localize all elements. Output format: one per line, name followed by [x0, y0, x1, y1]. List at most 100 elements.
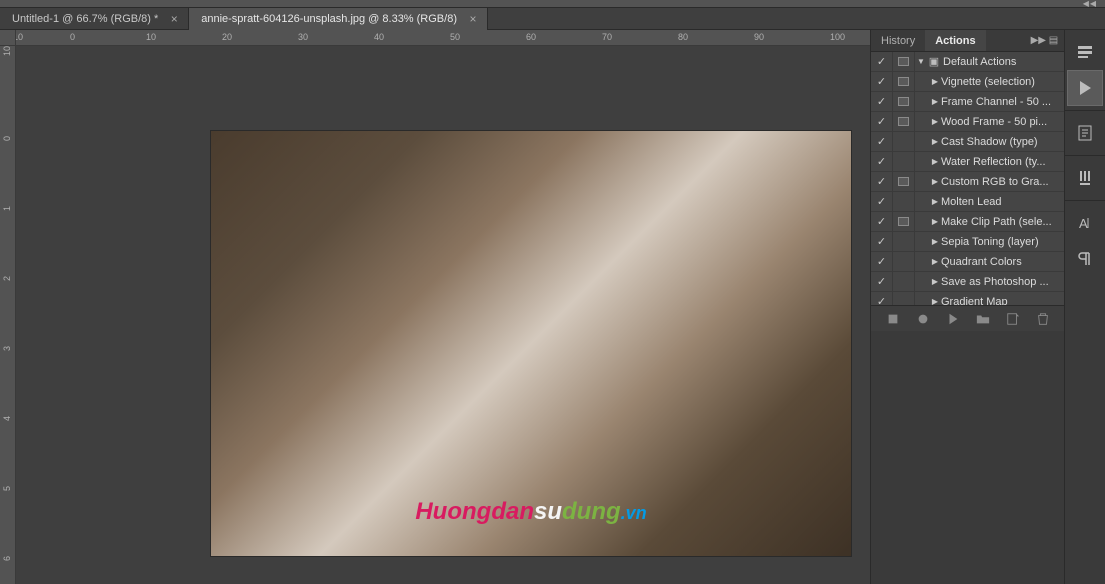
action-body: ▶Gradient Map	[915, 296, 1064, 306]
document-image[interactable]: Huongdansudung.vn	[211, 131, 851, 556]
toggle-check[interactable]: ✓	[871, 52, 893, 71]
paragraph-icon[interactable]	[1067, 241, 1103, 277]
twisty-right-icon[interactable]: ▶	[929, 197, 941, 206]
document-tab[interactable]: annie-spratt-604126-unsplash.jpg @ 8.33%…	[189, 8, 488, 30]
toggle-check[interactable]: ✓	[871, 192, 893, 211]
close-icon[interactable]: ×	[168, 13, 180, 25]
action-label: Cast Shadow (type)	[941, 136, 1060, 148]
new-action-button[interactable]	[1005, 311, 1021, 327]
dialog-icon	[898, 117, 909, 126]
ruler-origin[interactable]	[0, 30, 16, 46]
actions-list[interactable]: ✓ ▼ ▣ Default Actions ✓▶Vignette (select…	[871, 52, 1064, 305]
brushes-icon[interactable]	[1067, 160, 1103, 196]
twisty-down-icon[interactable]: ▼	[915, 57, 927, 66]
toggle-check[interactable]: ✓	[871, 212, 893, 231]
twisty-right-icon[interactable]: ▶	[929, 237, 941, 246]
properties-icon[interactable]	[1067, 34, 1103, 70]
record-button[interactable]	[915, 311, 931, 327]
action-row[interactable]: ✓ ▶Gradient Map	[871, 292, 1064, 305]
action-row[interactable]: ✓▶Quadrant Colors	[871, 252, 1064, 272]
toggle-check[interactable]: ✓	[871, 232, 893, 251]
action-row[interactable]: ✓▶Custom RGB to Gra...	[871, 172, 1064, 192]
twisty-right-icon[interactable]: ▶	[929, 277, 941, 286]
action-set-row[interactable]: ✓ ▼ ▣ Default Actions	[871, 52, 1064, 72]
toggle-check[interactable]: ✓	[871, 72, 893, 91]
canvas[interactable]: Huongdansudung.vn	[16, 46, 870, 584]
action-row[interactable]: ✓▶Vignette (selection)	[871, 72, 1064, 92]
action-row[interactable]: ✓ ▶Wood Frame - 50 pi...	[871, 112, 1064, 132]
twisty-right-icon[interactable]: ▶	[929, 117, 941, 126]
toggle-check[interactable]: ✓	[871, 112, 893, 131]
action-row[interactable]: ✓ ▶Cast Shadow (type)	[871, 132, 1064, 152]
toggle-dialog[interactable]	[893, 52, 915, 71]
toggle-check[interactable]: ✓	[871, 272, 893, 291]
ruler-tick: 80	[678, 32, 688, 42]
collapse-grip-icon[interactable]: ◀◀	[1083, 0, 1097, 8]
action-row[interactable]: ✓ ▶Sepia Toning (layer)	[871, 232, 1064, 252]
check-icon: ✓	[877, 95, 886, 108]
toggle-dialog[interactable]	[893, 132, 915, 151]
twisty-right-icon[interactable]: ▶	[929, 177, 941, 186]
dialog-icon	[898, 177, 909, 186]
action-body: ▶Water Reflection (ty...	[915, 156, 1064, 168]
close-icon[interactable]: ×	[467, 13, 479, 25]
toggle-check[interactable]: ✓	[871, 172, 893, 191]
panel-menu-icon[interactable]: ▶▶ ▤	[1025, 30, 1065, 51]
tab-actions[interactable]: Actions	[925, 30, 985, 51]
toggle-check[interactable]: ✓	[871, 152, 893, 171]
toggle-dialog[interactable]	[893, 192, 915, 211]
action-set-label: Default Actions	[943, 56, 1060, 68]
toggle-dialog[interactable]	[893, 292, 915, 305]
toggle-check[interactable]: ✓	[871, 252, 893, 271]
play-action-icon[interactable]	[1067, 70, 1103, 106]
toggle-dialog[interactable]	[893, 272, 915, 291]
twisty-right-icon[interactable]: ▶	[929, 157, 941, 166]
action-row[interactable]: ✓▶Make Clip Path (sele...	[871, 212, 1064, 232]
trash-button[interactable]	[1035, 311, 1051, 327]
twisty-right-icon[interactable]: ▶	[929, 297, 941, 305]
twisty-right-icon[interactable]: ▶	[929, 137, 941, 146]
document-tabs: Untitled-1 @ 66.7% (RGB/8) * × annie-spr…	[0, 8, 1105, 30]
ruler-horizontal[interactable]: -10 0 10 20 30 40 50 60 70 80 90 100	[16, 30, 870, 46]
action-row[interactable]: ✓▶Save as Photoshop ...	[871, 272, 1064, 292]
tab-dirty: *	[154, 13, 158, 25]
toggle-check[interactable]: ✓	[871, 92, 893, 111]
action-label: Wood Frame - 50 pi...	[941, 116, 1060, 128]
play-button[interactable]	[945, 311, 961, 327]
watermark-part: dung	[562, 498, 621, 525]
notes-icon[interactable]	[1067, 115, 1103, 151]
toggle-dialog[interactable]	[893, 232, 915, 251]
toggle-dialog[interactable]	[893, 112, 915, 131]
toggle-dialog[interactable]	[893, 92, 915, 111]
toggle-check[interactable]: ✓	[871, 132, 893, 151]
action-row[interactable]: ✓▶Molten Lead	[871, 192, 1064, 212]
tab-history[interactable]: History	[871, 30, 925, 51]
toggle-dialog[interactable]	[893, 152, 915, 171]
ruler-tick: 2	[2, 276, 12, 281]
stop-button[interactable]	[885, 311, 901, 327]
twisty-right-icon[interactable]: ▶	[929, 257, 941, 266]
toggle-dialog[interactable]	[893, 252, 915, 271]
action-row[interactable]: ✓▶Frame Channel - 50 ...	[871, 92, 1064, 112]
tab-title: Untitled-1 @ 66.7% (RGB/8)	[12, 13, 151, 25]
collapsed-panels: A	[1065, 30, 1105, 584]
twisty-right-icon[interactable]: ▶	[929, 77, 941, 86]
toggle-dialog[interactable]	[893, 172, 915, 191]
dialog-icon	[898, 57, 909, 66]
new-set-button[interactable]	[975, 311, 991, 327]
twisty-right-icon[interactable]: ▶	[929, 217, 941, 226]
dialog-icon	[898, 97, 909, 106]
ruler-tick: 0	[2, 136, 12, 141]
ruler-tick: 5	[2, 486, 12, 491]
ruler-vertical[interactable]: 10 0 1 2 3 4 5 6	[0, 46, 16, 584]
action-body: ▶Sepia Toning (layer)	[915, 236, 1064, 248]
character-icon[interactable]: A	[1067, 205, 1103, 241]
twisty-right-icon[interactable]: ▶	[929, 97, 941, 106]
toggle-check[interactable]: ✓	[871, 292, 893, 305]
toggle-dialog[interactable]	[893, 212, 915, 231]
action-row[interactable]: ✓ ▶Water Reflection (ty...	[871, 152, 1064, 172]
toggle-dialog[interactable]	[893, 72, 915, 91]
check-icon: ✓	[877, 75, 886, 88]
document-tab[interactable]: Untitled-1 @ 66.7% (RGB/8) * ×	[0, 8, 189, 30]
ruler-tick: 100	[830, 32, 845, 42]
